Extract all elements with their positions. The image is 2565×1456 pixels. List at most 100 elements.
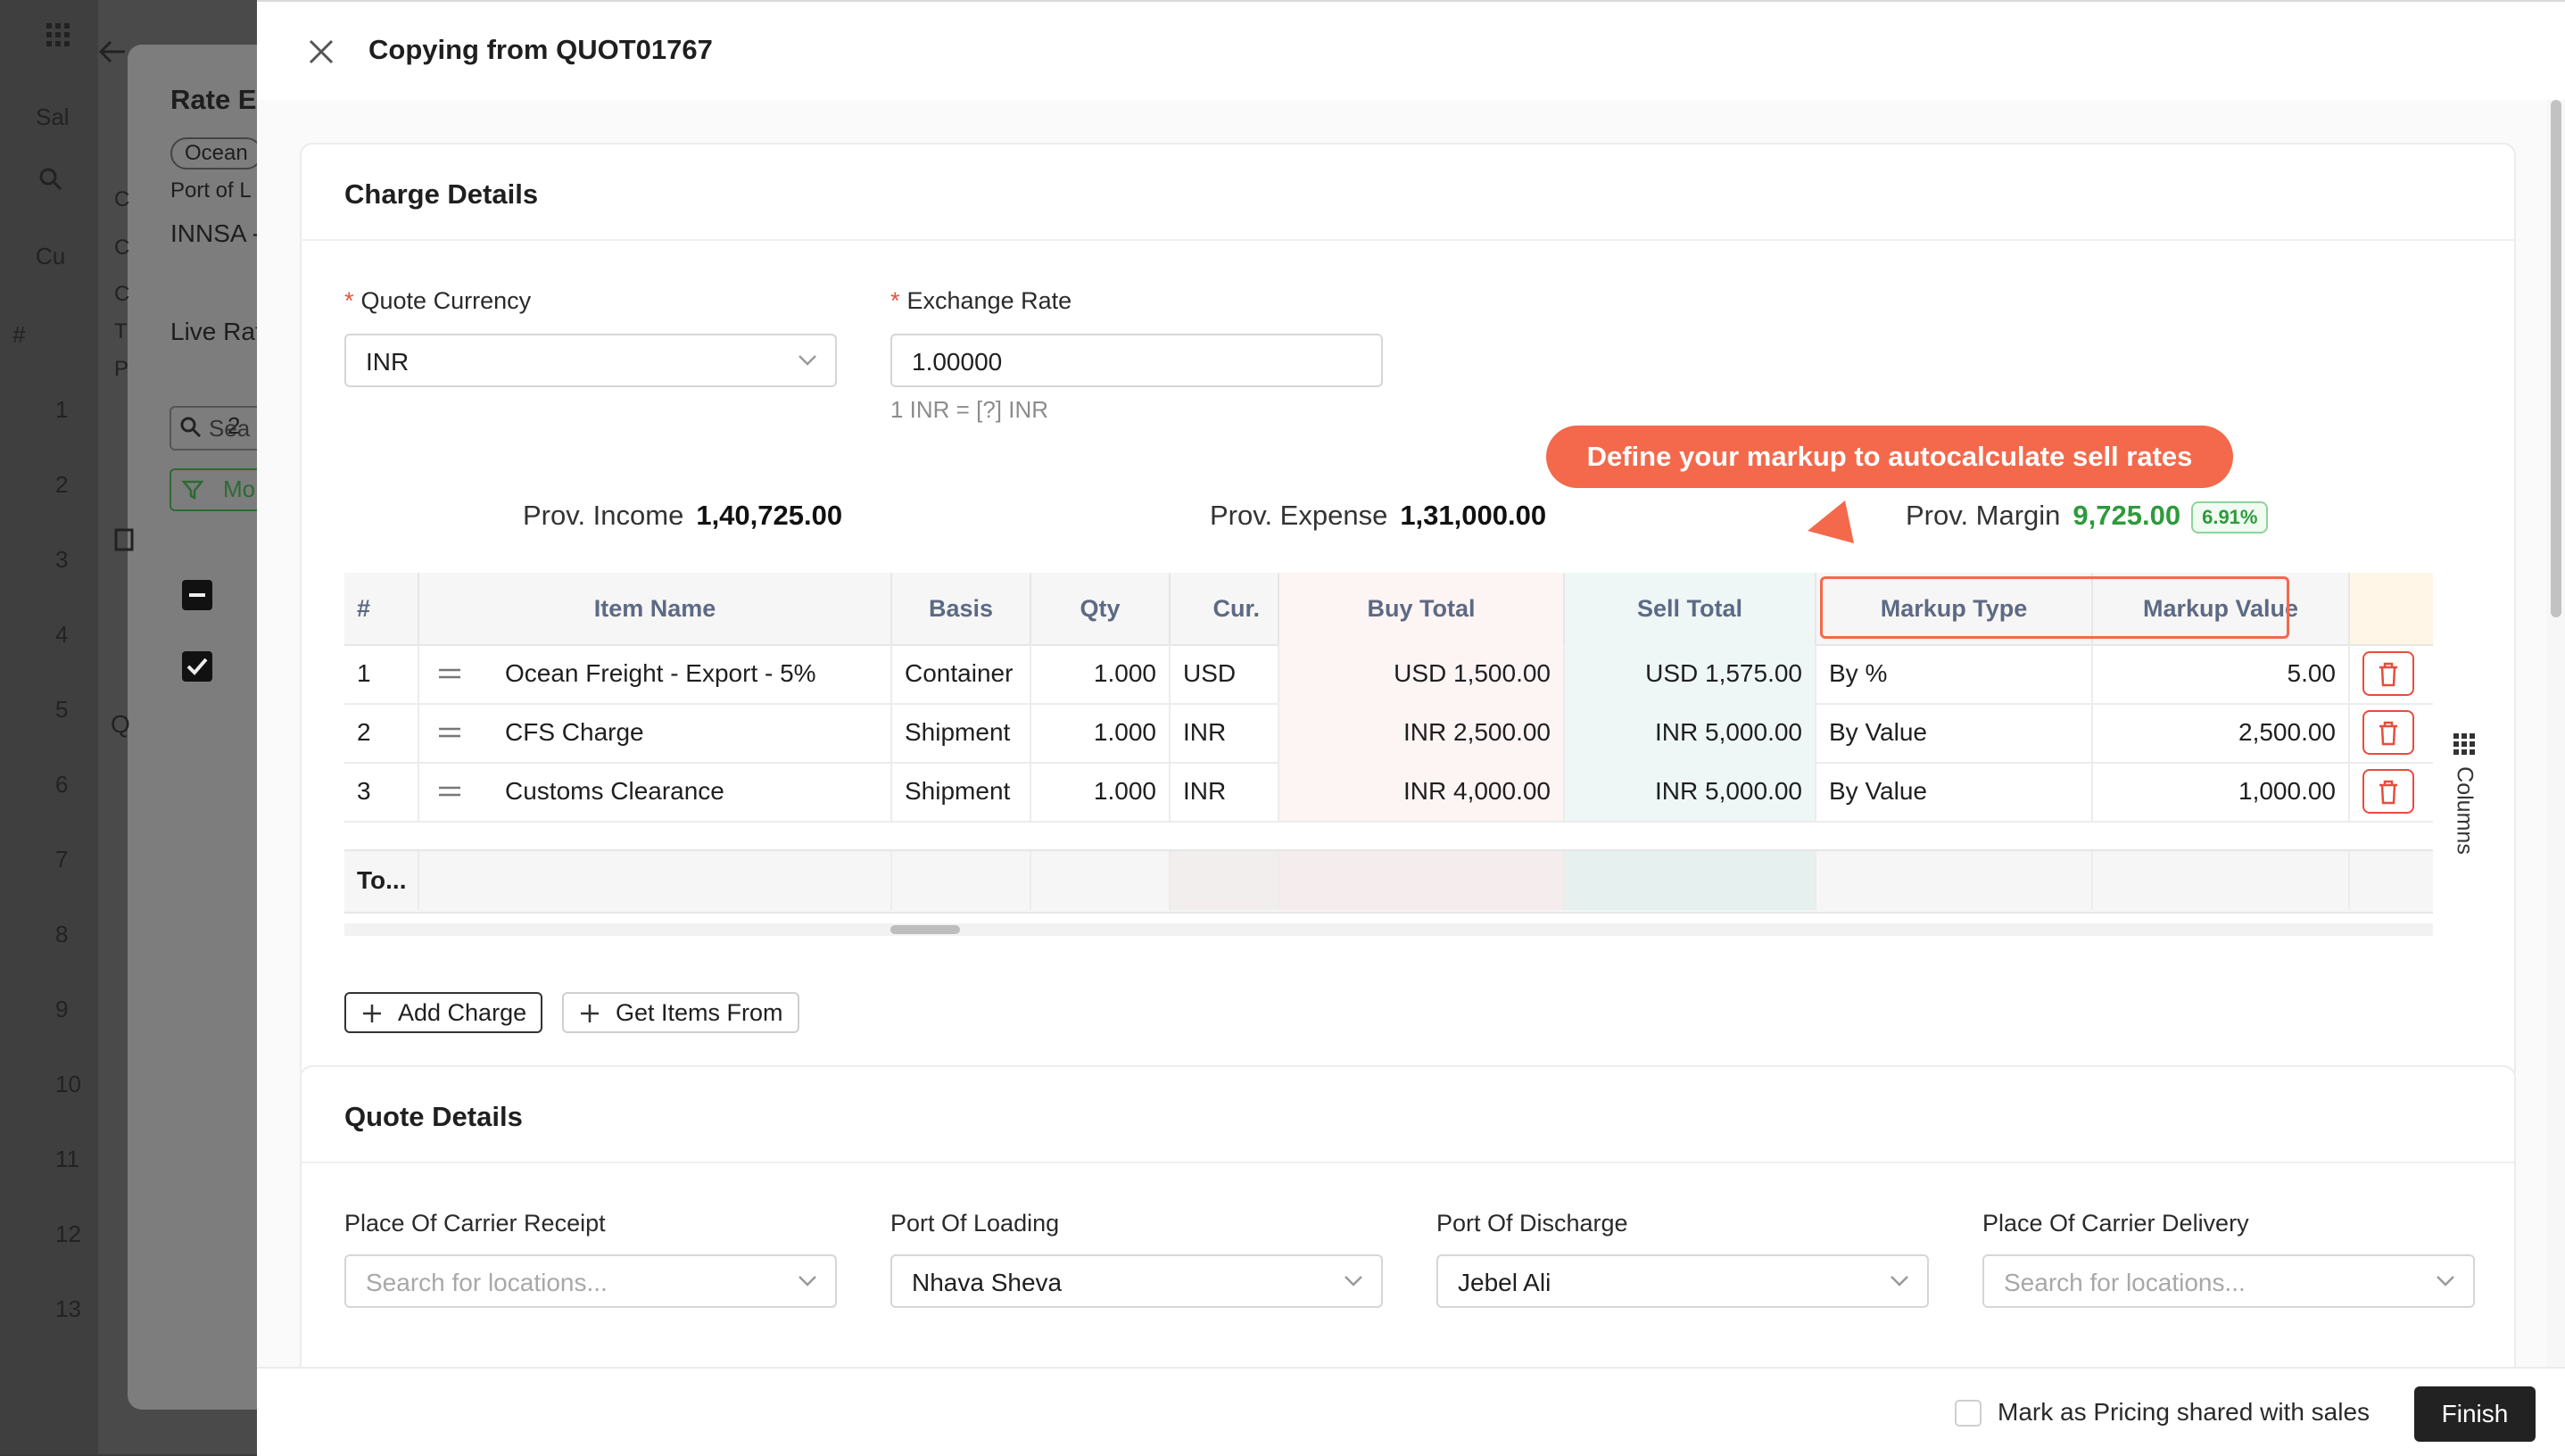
chevron-down-icon <box>798 1276 816 1286</box>
actions-cell <box>2350 644 2433 703</box>
chevron-down-icon <box>1345 1276 1362 1286</box>
col-item-name[interactable]: Item Name <box>419 573 892 644</box>
trash-icon <box>2379 780 2397 805</box>
markup-type-cell[interactable]: By % <box>1816 644 2093 703</box>
get-items-from-button[interactable]: Get Items From <box>562 992 799 1033</box>
place-receipt-select[interactable]: Search for locations... <box>344 1254 837 1308</box>
markup-value-cell[interactable]: 2,500.00 <box>2093 703 2350 762</box>
port-discharge-label: Port Of Discharge <box>1436 1210 1628 1237</box>
bg-side-letter: P <box>114 357 129 381</box>
qty-cell[interactable]: 1.000 <box>1031 644 1171 703</box>
place-receipt-label: Place Of Carrier Receipt <box>344 1210 606 1237</box>
col-markup-value[interactable]: Markup Value <box>2093 573 2350 644</box>
table-header: # Item Name Basis Qty Cur. Buy Total Sel… <box>344 573 2433 646</box>
card-divider <box>302 1162 2514 1163</box>
table-row: 1 Ocean Freight - Export - 5% Container … <box>344 644 2433 705</box>
basis-cell[interactable]: Shipment <box>892 703 1031 762</box>
col-basis[interactable]: Basis <box>892 573 1031 644</box>
exchange-rate-input[interactable]: 1.00000 <box>890 334 1383 387</box>
drag-handle-icon[interactable] <box>437 785 462 798</box>
drawer-title: Copying from QUOT01767 <box>368 34 713 65</box>
markup-value-cell[interactable]: 5.00 <box>2093 644 2350 703</box>
finish-button[interactable]: Finish <box>2414 1386 2536 1442</box>
prov-income-value: 1,40,725.00 <box>696 500 843 531</box>
place-delivery-select[interactable]: Search for locations... <box>1982 1254 2475 1308</box>
basis-cell[interactable]: Container <box>892 644 1031 703</box>
drawer-body: Charge Details * Quote Currency INR * Exch… <box>257 100 2565 1367</box>
item-name[interactable]: CFS Charge <box>505 703 644 762</box>
delete-row-button[interactable] <box>2362 710 2414 755</box>
currency-cell[interactable]: USD <box>1171 644 1279 703</box>
col-qty[interactable]: Qty <box>1031 573 1171 644</box>
prov-expense-value: 1,31,000.00 <box>1400 500 1547 531</box>
col-actions <box>2350 573 2433 644</box>
apps-grid-icon <box>46 23 70 46</box>
basis-cell[interactable]: Shipment <box>892 762 1031 821</box>
bg-side-letter: C <box>114 236 130 260</box>
buy-total-cell: INR 2,500.00 <box>1279 703 1565 762</box>
col-currency[interactable]: Cur. <box>1171 573 1279 644</box>
qty-cell[interactable]: 1.000 <box>1031 703 1171 762</box>
bg-rail-num: 6 <box>55 771 69 798</box>
port-loading-label: Port Of Loading <box>890 1210 1060 1237</box>
quote-currency-label-text: Quote Currency <box>360 287 532 314</box>
quote-details-title: Quote Details <box>344 1101 523 1132</box>
col-sell-total[interactable]: Sell Total <box>1565 573 1816 644</box>
columns-grid-icon <box>2453 733 2475 755</box>
item-name[interactable]: Customs Clearance <box>505 762 724 821</box>
port-discharge-value: Jebel Ali <box>1458 1269 1551 1296</box>
markup-value-cell[interactable]: 1,000.00 <box>2093 762 2350 821</box>
item-cell: Ocean Freight - Export - 5% <box>419 644 892 703</box>
col-buy-total[interactable]: Buy Total <box>1279 573 1565 644</box>
exchange-rate-label-text: Exchange Rate <box>906 287 1072 314</box>
sell-total-cell: INR 5,000.00 <box>1565 703 1816 762</box>
markup-tooltip: Define your markup to autocalculate sell… <box>1546 426 2233 488</box>
columns-toggle[interactable]: Columns <box>2446 733 2482 867</box>
currency-cell[interactable]: INR <box>1171 703 1279 762</box>
bg-side-letter: C <box>114 282 130 306</box>
drag-handle-icon[interactable] <box>437 667 462 680</box>
item-cell: Customs Clearance <box>419 762 892 821</box>
pricing-shared-checkbox[interactable] <box>1955 1400 1982 1427</box>
currency-cell[interactable]: INR <box>1171 762 1279 821</box>
actions-cell <box>2350 762 2433 821</box>
col-markup-type[interactable]: Markup Type <box>1816 573 2093 644</box>
bg-rail-num: 1 <box>55 396 69 423</box>
bg-rail-num: 5 <box>55 696 69 723</box>
add-charge-button[interactable]: Add Charge <box>344 992 543 1033</box>
pricing-shared-label[interactable]: Mark as Pricing shared with sales <box>1998 1398 2370 1427</box>
card-divider <box>302 239 2514 241</box>
item-name[interactable]: Ocean Freight - Export - 5% <box>505 644 816 703</box>
prov-expense: Prov. Expense 1,31,000.00 <box>1210 500 1546 532</box>
markup-type-cell[interactable]: By Value <box>1816 762 2093 821</box>
prov-expense-label: Prov. Expense <box>1210 500 1388 531</box>
markup-type-cell[interactable]: By Value <box>1816 703 2093 762</box>
port-discharge-select[interactable]: Jebel Ali <box>1436 1254 1929 1308</box>
bg-side-letter: T <box>114 319 128 343</box>
qty-cell[interactable]: 1.000 <box>1031 762 1171 821</box>
port-loading-select[interactable]: Nhava Sheva <box>890 1254 1383 1308</box>
quote-currency-label: * Quote Currency <box>344 287 531 315</box>
actions-cell <box>2350 703 2433 762</box>
required-marker: * <box>344 287 354 314</box>
total-cell <box>1031 851 1171 910</box>
place-receipt-placeholder: Search for locations... <box>366 1269 608 1296</box>
bg-port-value: INNSA - <box>170 219 261 247</box>
prov-income-label: Prov. Income <box>523 500 684 531</box>
delete-row-button[interactable] <box>2362 769 2414 814</box>
bg-rail-num: # <box>12 321 26 348</box>
bg-search-icon <box>180 417 202 438</box>
close-icon[interactable] <box>303 34 339 70</box>
horizontal-scrollbar[interactable] <box>890 925 960 934</box>
trash-icon <box>2379 721 2397 746</box>
trash-icon <box>2379 662 2397 687</box>
vertical-scrollbar[interactable] <box>2551 100 2561 617</box>
drawer-header: Copying from QUOT01767 <box>257 2 2565 102</box>
delete-row-button[interactable] <box>2362 651 2414 696</box>
quote-currency-select[interactable]: INR <box>344 334 837 387</box>
total-cell <box>2093 851 2350 910</box>
exchange-rate-hint: 1 INR = [?] INR <box>890 396 1048 423</box>
bg-rail-num: 10 <box>55 1071 81 1097</box>
drag-handle-icon[interactable] <box>437 726 462 739</box>
chevron-down-icon <box>1891 1276 1908 1286</box>
